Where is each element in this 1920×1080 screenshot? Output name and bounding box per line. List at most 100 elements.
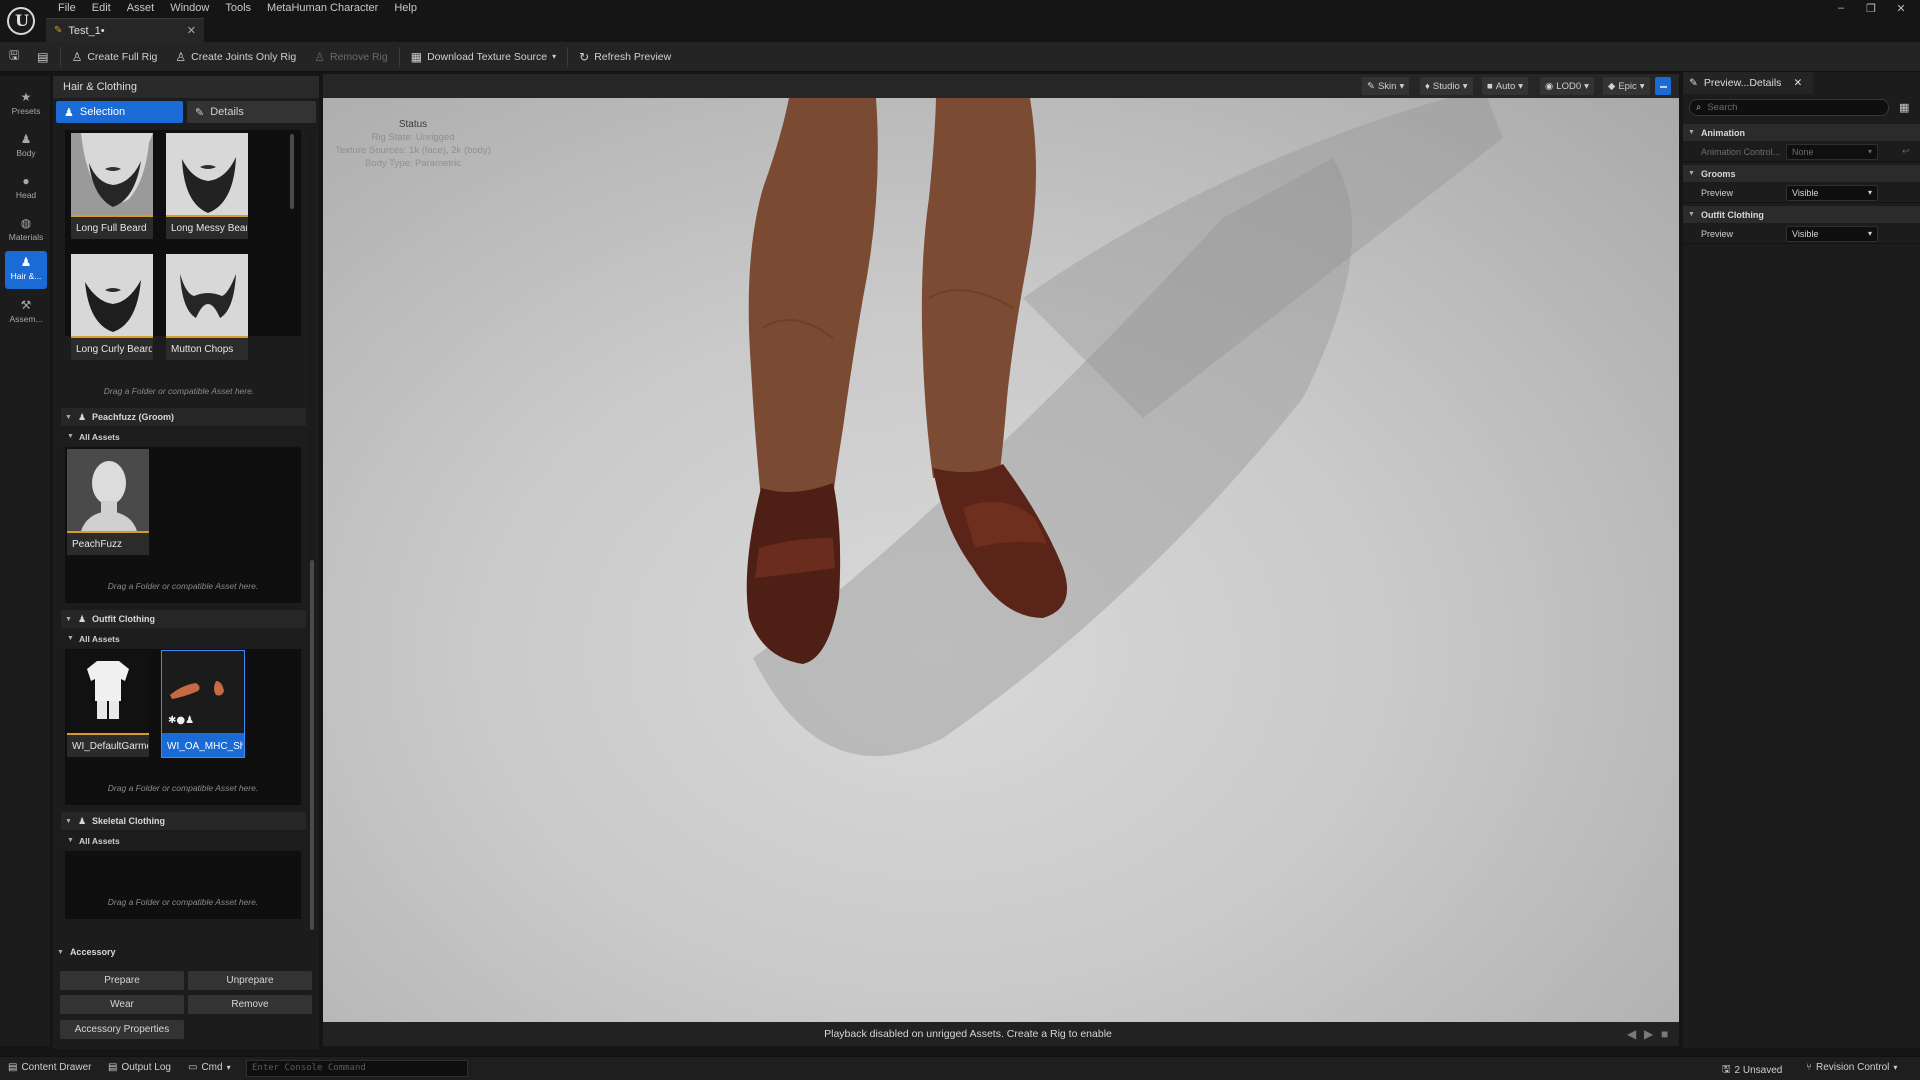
menu-edit[interactable]: Edit <box>84 0 119 17</box>
section-skeletal-clothing[interactable]: ▼ ♟ Skeletal Clothing <box>61 812 306 830</box>
close-window-button[interactable]: ✕ <box>1886 2 1916 18</box>
step-back-icon[interactable]: ◀ <box>1627 1027 1636 1041</box>
skeletal-assets-box: Drag a Folder or compatible Asset here. <box>65 851 301 919</box>
separator <box>567 46 569 67</box>
menu-asset[interactable]: Asset <box>119 0 163 17</box>
grooms-preview-select[interactable]: Visible ▾ <box>1786 185 1878 201</box>
asset-label: Long Curly Beard <box>76 344 152 355</box>
collapse-arrow-icon: ▼ <box>1688 211 1695 218</box>
stop-icon[interactable]: ■ <box>1661 1027 1668 1041</box>
subsection-all-assets[interactable]: ▼ All Assets <box>61 428 306 445</box>
rail-item-body[interactable]: ♟ Body <box>5 128 47 166</box>
subsection-all-assets[interactable]: ▼ All Assets <box>61 832 306 849</box>
details-search-input[interactable]: ⌕ Search <box>1689 99 1889 116</box>
rail-item-assembly[interactable]: ⚒ Assem... <box>5 294 47 332</box>
viewport-settings-toggle[interactable]: ▬ <box>1655 77 1671 95</box>
details-tab[interactable]: ✎ Preview...Details ✕ <box>1683 72 1813 94</box>
refresh-preview-button[interactable]: ↻ Refresh Preview <box>570 42 680 72</box>
output-log-button[interactable]: ▤ Output Log <box>108 1062 171 1073</box>
beard-thumbnail <box>166 254 248 336</box>
menu-help[interactable]: Help <box>386 0 425 17</box>
tab-selection-label: Selection <box>79 106 126 118</box>
rail-item-presets[interactable]: ★ Presets <box>5 86 47 124</box>
tab-details-label: Details <box>210 106 244 118</box>
remove-rig-button[interactable]: ♙ Remove Rig <box>305 42 397 72</box>
create-joints-only-rig-button[interactable]: ♙ Create Joints Only Rig <box>166 42 305 72</box>
revision-control-button[interactable]: ⑂ Revision Control ▾ <box>1806 1062 1897 1073</box>
asset-tile[interactable]: PeachFuzz <box>67 449 149 555</box>
lod-mode-option[interactable]: ■ Auto ▾ <box>1482 77 1529 95</box>
status-bar: ▤ Content Drawer ▤ Output Log ▭ Cmd ▾ En… <box>0 1056 1920 1080</box>
reset-icon[interactable]: ↩ <box>1902 146 1910 157</box>
prepare-button[interactable]: Prepare <box>60 971 184 990</box>
property-key: Preview <box>1701 229 1734 239</box>
scene-render[interactable]: Status Rig State: Unrigged Texture Sourc… <box>323 98 1679 1022</box>
document-tab[interactable]: ✎ Test_1• ✕ <box>46 18 204 42</box>
lod-icon: ◉ <box>1545 80 1554 92</box>
chevron-down-icon: ▾ <box>1867 147 1872 156</box>
lod-option[interactable]: ◉ LOD0 ▾ <box>1540 77 1594 95</box>
drop-hint: Drag a Folder or compatible Asset here. <box>103 386 255 396</box>
close-icon[interactable]: ✕ <box>1793 77 1802 89</box>
menu-window[interactable]: Window <box>162 0 217 17</box>
create-full-rig-button[interactable]: ♙ Create Full Rig <box>63 42 167 72</box>
section-peachfuzz[interactable]: ▼ ♟ Peachfuzz (Groom) <box>61 408 306 426</box>
asset-type-bar <box>67 733 149 735</box>
browse-button[interactable]: ▤ <box>28 42 57 72</box>
minimize-button[interactable]: – <box>1826 2 1856 18</box>
unprepare-button[interactable]: Unprepare <box>188 971 312 990</box>
section-outfit-clothing[interactable]: ▼ ♟ Outfit Clothing <box>61 610 306 628</box>
asset-tile[interactable]: Long Curly Beard <box>71 254 153 360</box>
menu-bar: File Edit Asset Window Tools MetaHuman C… <box>50 0 425 17</box>
head-icon: ● <box>22 174 30 188</box>
category-grooms[interactable]: ▼ Grooms <box>1683 165 1920 182</box>
viewport[interactable]: ✎ Skin ▾ ♦ Studio ▾ ■ Auto ▾ ◉ LOD0 ▾ ◆ Epic ▾ ▬ S… <box>323 74 1679 1022</box>
category-animation[interactable]: ▼ Animation <box>1683 124 1920 141</box>
asset-label: Long Messy Beard <box>171 223 247 234</box>
remove-rig-icon: ♙ <box>314 49 325 64</box>
panel-scrollbar[interactable] <box>310 130 314 938</box>
console-input[interactable]: Enter Console Command <box>246 1060 468 1077</box>
menu-metahuman-character[interactable]: MetaHuman Character <box>259 0 386 17</box>
outfit-preview-select[interactable]: Visible ▾ <box>1786 226 1878 242</box>
subsection-all-assets[interactable]: ▼ All Assets <box>61 630 306 647</box>
asset-tile[interactable]: WI_DefaultGarment <box>67 651 149 757</box>
rig-icon: ♙ <box>71 49 83 64</box>
unsaved-label: 2 Unsaved <box>1734 1065 1783 1076</box>
playback-message: Playback disabled on unrigged Assets. Cr… <box>824 1028 1112 1040</box>
hair-clothing-panel: Hair & Clothing ♟ Selection ✎ Details Lo… <box>53 76 319 944</box>
asset-type-bar <box>67 531 149 533</box>
rail-item-hair-clothing[interactable]: ♟ Hair &... <box>5 251 47 289</box>
unsaved-button[interactable]: 🖫 2 Unsaved <box>1722 1062 1782 1079</box>
scrollbar-thumb[interactable] <box>310 560 314 930</box>
close-icon[interactable]: ✕ <box>187 24 196 37</box>
animation-control-select[interactable]: None ▾ <box>1786 144 1878 160</box>
asset-tile[interactable]: Long Full Beard <box>71 133 153 239</box>
download-texture-source-button[interactable]: ▦ Download Texture Source ▾ <box>402 42 565 72</box>
menu-tools[interactable]: Tools <box>217 0 259 17</box>
unreal-logo-icon[interactable]: U <box>7 7 35 35</box>
content-drawer-button[interactable]: ▤ Content Drawer <box>8 1062 91 1073</box>
rail-item-materials[interactable]: ◍ Materials <box>5 212 47 250</box>
table-view-icon[interactable]: ▦ <box>1899 101 1909 114</box>
restore-button[interactable]: ❐ <box>1856 2 1886 18</box>
asset-tile-selected[interactable]: ✱●♟ WI_OA_MHC_Sho... <box>161 650 245 758</box>
menu-file[interactable]: File <box>50 0 84 17</box>
asset-tile[interactable]: Mutton Chops <box>166 254 248 360</box>
wear-button[interactable]: Wear <box>60 995 184 1014</box>
asset-tile[interactable]: Long Messy Beard <box>166 133 248 239</box>
accessory-properties-button[interactable]: Accessory Properties <box>60 1020 184 1039</box>
rail-item-head[interactable]: ● Head <box>5 170 47 208</box>
category-outfit-clothing[interactable]: ▼ Outfit Clothing <box>1683 206 1920 223</box>
lighting-option[interactable]: ♦ Studio ▾ <box>1420 77 1473 95</box>
tab-selection[interactable]: ♟ Selection <box>56 101 183 123</box>
accessory-header[interactable]: ▼ Accessory <box>53 944 319 960</box>
cmd-dropdown[interactable]: ▭ Cmd ▾ <box>188 1062 231 1073</box>
save-button[interactable]: 🖫 <box>0 42 28 72</box>
skin-option[interactable]: ✎ Skin ▾ <box>1362 77 1410 95</box>
scrollbar-thumb[interactable] <box>290 134 294 209</box>
tab-details[interactable]: ✎ Details <box>187 101 316 123</box>
remove-button[interactable]: Remove <box>188 995 312 1014</box>
quality-option[interactable]: ◆ Epic ▾ <box>1603 77 1650 95</box>
play-icon[interactable]: ▶ <box>1644 1027 1653 1041</box>
